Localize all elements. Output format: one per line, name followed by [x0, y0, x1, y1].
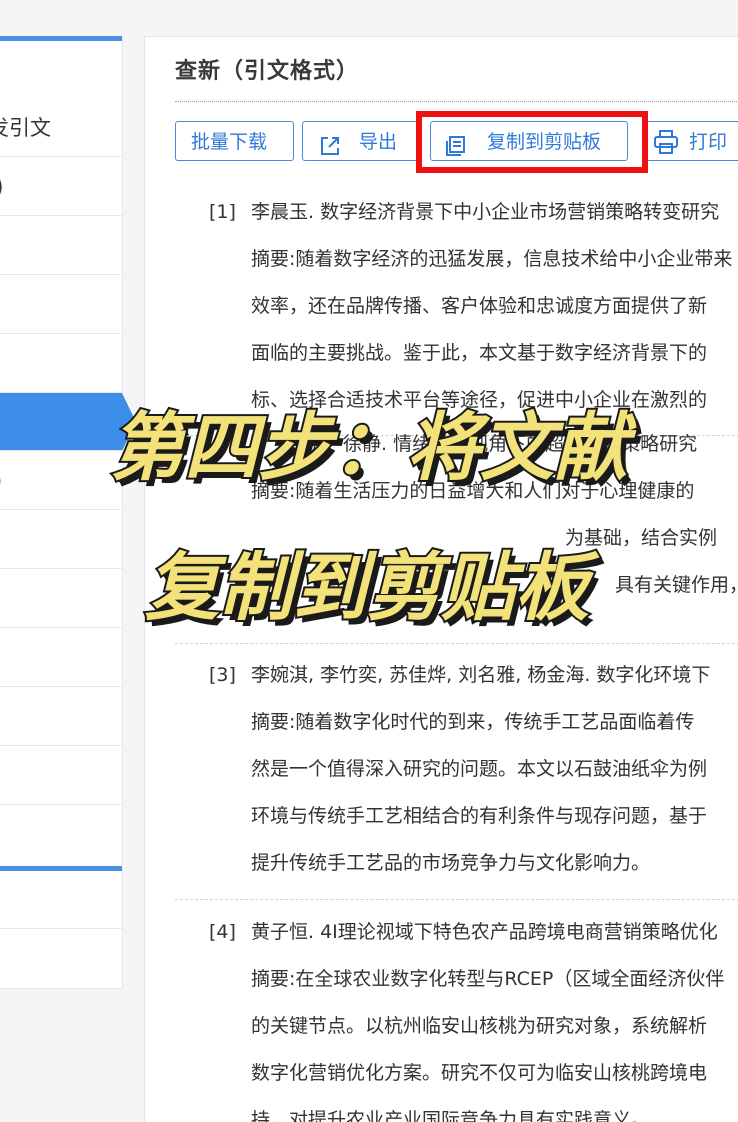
reference-number: [3]	[209, 664, 236, 686]
reference-line: 的关键节点。以杭州临安山核桃为研究对象，系统解析	[251, 1015, 708, 1037]
sidebar-item-label: 发引文	[0, 116, 51, 140]
printer-icon	[653, 129, 679, 169]
reference-line: 摘要:在全球农业数字化转型与RCEP（区域全面经济伙伴	[251, 968, 725, 990]
sidebar-item[interactable]	[0, 806, 122, 864]
reference-line: 持，对提升农业产业国际竞争力具有实践意义。	[251, 1109, 651, 1122]
reference-line: 摘要:随着数字化时代的到来，传统手工艺品面临着传	[251, 711, 695, 733]
sidebar-item[interactable]	[0, 629, 122, 687]
sidebar-item[interactable]	[0, 217, 122, 275]
sidebar-item[interactable]	[0, 871, 122, 929]
sidebar-top-bar	[0, 36, 122, 41]
reference-line: 摘要:随着数字经济的迅猛发展，信息技术给中小企业带来	[251, 248, 733, 270]
reference-line: 效率，还在品牌传播、客户体验和忠诚度方面提供了新	[251, 295, 708, 317]
sidebar-item[interactable]	[0, 276, 122, 334]
reference-number: [4]	[209, 921, 236, 943]
sidebar-item-label: )	[0, 158, 4, 215]
sidebar-item[interactable]	[0, 747, 122, 805]
sidebar-item[interactable]	[0, 335, 122, 393]
print-button[interactable]: 打印	[642, 121, 738, 161]
reference-title[interactable]: 李晨玉. 数字经济背景下中小企业市场营销策略转变研究	[251, 189, 719, 236]
sidebar-item[interactable]	[0, 930, 122, 988]
highlight-box	[416, 111, 648, 173]
sidebar-item[interactable]	[0, 688, 122, 746]
export-icon	[319, 131, 341, 171]
reference-line: 数字化营销优化方案。研究不仅可为临安山核桃跨境电	[251, 1062, 708, 1084]
sidebar-item[interactable]: )	[0, 158, 122, 216]
overlay-caption-line2: 复制到剪贴板	[143, 543, 591, 633]
reference-line: 环境与传统手工艺相结合的有利条件与现存问题，基于	[251, 805, 708, 827]
sidebar-item[interactable]: 发引文	[0, 99, 122, 157]
print-label: 打印	[689, 131, 728, 153]
reference-title[interactable]: 李婉淇, 李竹奕, 苏佳烨, 刘名雅, 杨金海. 数字化环境下	[251, 652, 710, 699]
export-button[interactable]: 导出	[302, 121, 421, 161]
reference-title[interactable]: 黄子恒. 4I理论视域下特色农产品跨境电商营销策略优化	[251, 909, 718, 956]
reference-number: [1]	[209, 201, 236, 223]
reference-divider	[175, 899, 738, 900]
reference-line: 面临的主要挑战。鉴于此，本文基于数字经济背景下的	[251, 342, 708, 364]
reference-line: 提升传统手工艺品的市场竞争力与文化影响力。	[251, 852, 651, 874]
batch-download-button[interactable]: 批量下载	[175, 121, 294, 161]
overlay-caption-line1: 第四步：将文献	[108, 403, 630, 493]
page-title: 查新（引文格式）	[175, 59, 360, 84]
batch-download-label: 批量下载	[191, 131, 268, 153]
title-divider	[175, 101, 738, 102]
reference-line: 然是一个值得深入研究的问题。本文以石鼓油纸伞为例	[251, 758, 708, 780]
export-label: 导出	[359, 131, 398, 153]
sidebar: 发引文 ) )	[0, 36, 123, 989]
reference-divider	[175, 643, 738, 644]
screen: 发引文 ) ) 查新（引文格式） 批量下载 导出	[0, 0, 738, 1122]
